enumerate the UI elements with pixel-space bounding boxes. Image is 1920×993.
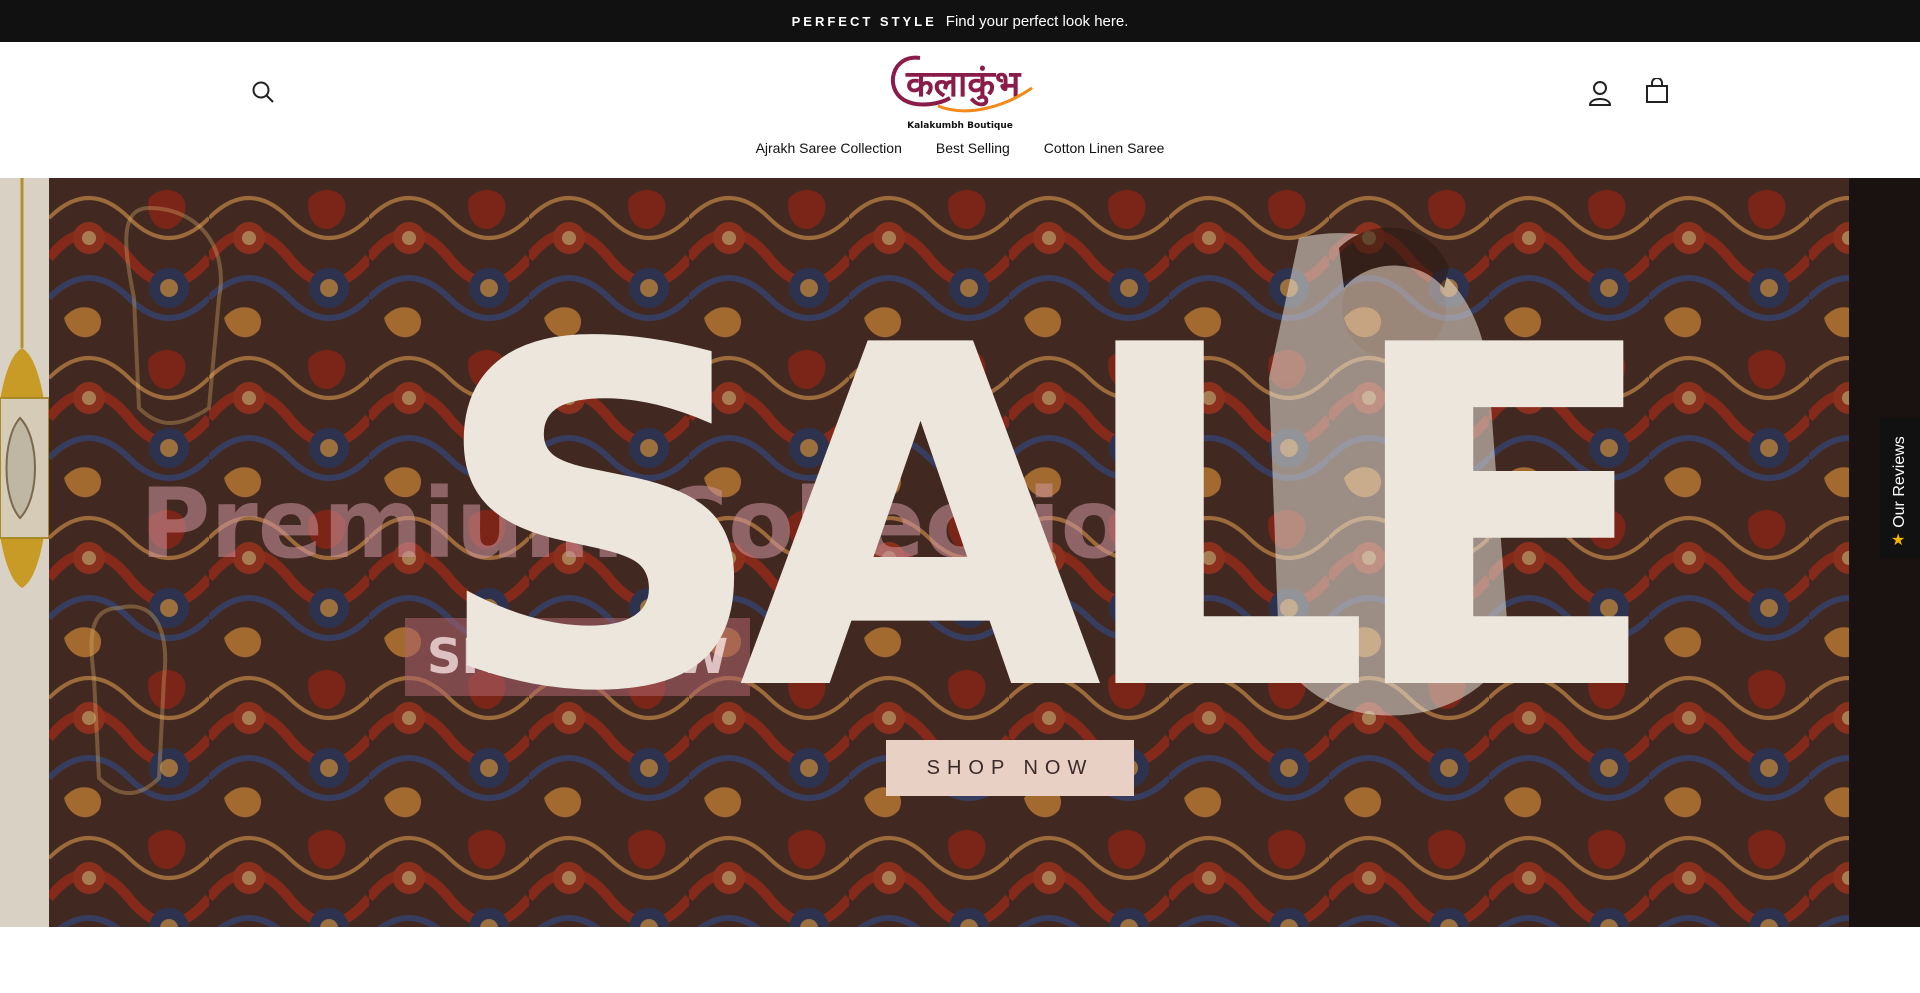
shop-now-button[interactable]: SHOP NOW (886, 740, 1134, 796)
hero-banner[interactable]: Premium Collection SHOP NOW SALE SHOP NO… (0, 178, 1920, 927)
site-header: कलाकुंभ Kalakumbh Boutique Ajrakh Saree … (0, 42, 1920, 178)
announcement-bar: PERFECT STYLE Find your perfect look her… (0, 0, 1920, 42)
announcement-kicker: PERFECT STYLE (791, 13, 937, 29)
reviews-tab[interactable]: Our Reviews ★ (1880, 418, 1920, 558)
reviews-tab-label: Our Reviews (1891, 436, 1908, 528)
logo-subtitle: Kalakumbh Boutique (907, 121, 1013, 131)
logo-script: कलाकुंभ (905, 64, 1022, 107)
announcement-text: Find your perfect look here. (945, 12, 1129, 30)
cart-icon[interactable] (1645, 77, 1669, 109)
nav-item-cotton-linen-saree[interactable]: Cotton Linen Saree (1044, 140, 1165, 156)
star-icon: ★ (1891, 532, 1906, 549)
hero-left-edge (0, 178, 50, 927)
search-icon[interactable] (251, 80, 275, 109)
main-nav: Ajrakh Saree Collection Best Selling Cot… (0, 140, 1920, 156)
hero-headline: SALE (430, 247, 1663, 794)
nav-item-ajrakh-saree-collection[interactable]: Ajrakh Saree Collection (756, 140, 902, 156)
account-icon[interactable] (1588, 80, 1612, 111)
brand-logo[interactable]: कलाकुंभ Kalakumbh Boutique (878, 48, 1038, 132)
nav-item-best-selling[interactable]: Best Selling (936, 140, 1010, 156)
